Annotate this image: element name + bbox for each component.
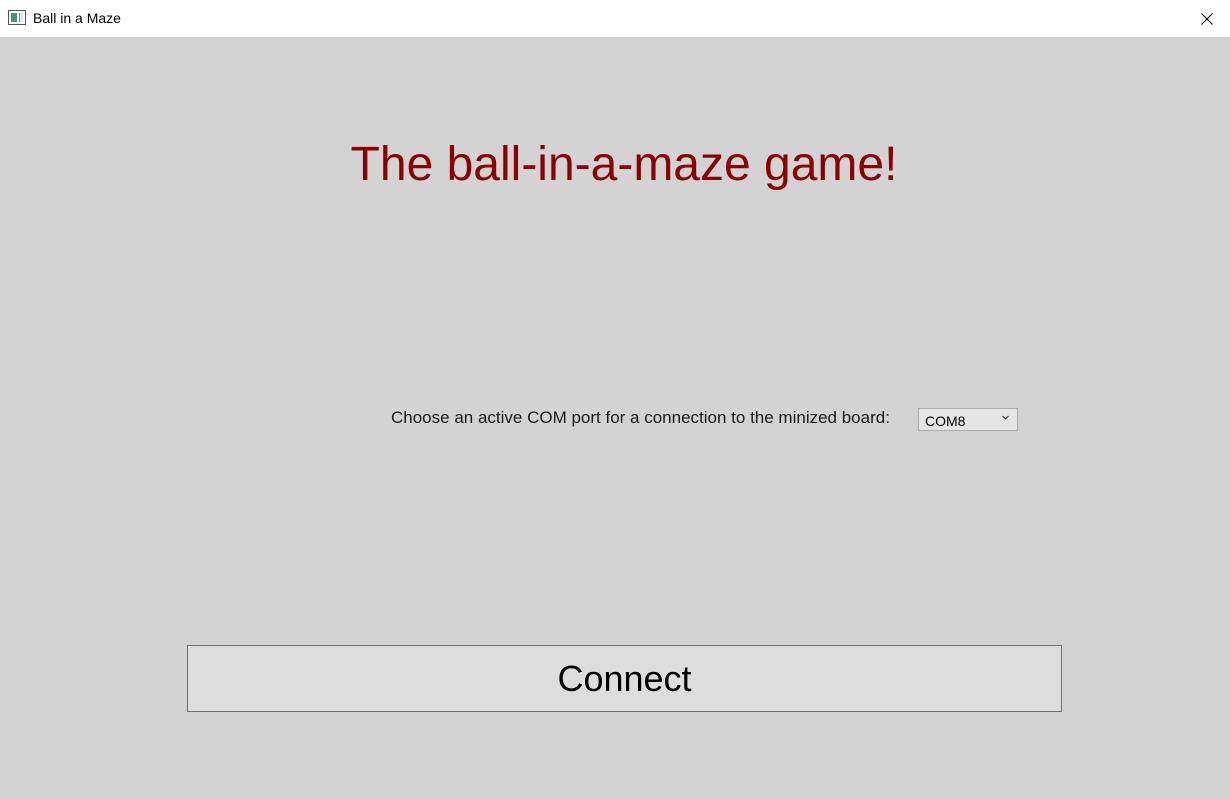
close-icon [1201, 12, 1213, 25]
connect-button[interactable]: Connect [187, 645, 1062, 712]
com-port-selected-value: COM8 [925, 413, 966, 429]
window-title: Ball in a Maze [33, 10, 121, 26]
com-port-dropdown[interactable]: COM8 [918, 408, 1018, 431]
com-port-label: Choose an active COM port for a connecti… [391, 408, 890, 427]
app-window: Ball in a Maze The ball-in-a-maze game! … [0, 0, 1230, 799]
chevron-down-icon [1002, 415, 1009, 420]
close-button[interactable] [1184, 0, 1230, 37]
game-title: The ball-in-a-maze game! [350, 138, 898, 191]
window-app-icon [8, 10, 26, 25]
main-panel: The ball-in-a-maze game! Choose an activ… [0, 37, 1230, 799]
title-bar: Ball in a Maze [0, 0, 1230, 37]
